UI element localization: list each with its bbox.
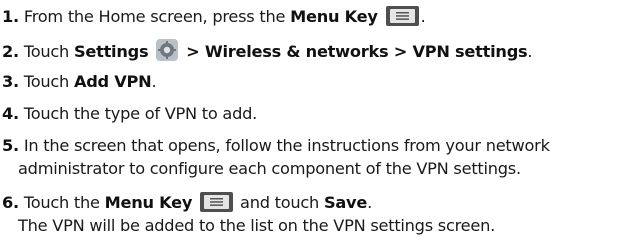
save-label: Save bbox=[323, 193, 368, 212]
step-number: 2. bbox=[2, 42, 19, 61]
settings-gear-icon bbox=[156, 39, 179, 61]
step-2: 2. Touch Settings > Wireless & networks … bbox=[2, 39, 533, 62]
step-text: Touch bbox=[23, 42, 74, 61]
step-number: 1. bbox=[2, 7, 19, 26]
step-1: 1. From the Home screen, press the Menu … bbox=[2, 6, 426, 26]
step-number: 5. bbox=[2, 136, 19, 155]
step-number: 6. bbox=[2, 193, 19, 212]
menu-key-icon bbox=[200, 192, 234, 212]
settings-label: Settings bbox=[73, 42, 149, 61]
menu-key-label: Menu Key bbox=[104, 193, 193, 212]
step-number: 3. bbox=[2, 72, 19, 91]
instructions-list: 1. From the Home screen, press the Menu … bbox=[0, 0, 619, 240]
menu-key-label: Menu Key bbox=[290, 7, 378, 26]
step-text: Touch the type of VPN to add. bbox=[23, 104, 258, 123]
step-4: 4. Touch the type of VPN to add. bbox=[2, 104, 257, 124]
step-number: 4. bbox=[2, 104, 19, 123]
step-text-line1: In the screen that opens, follow the ins… bbox=[23, 136, 550, 155]
navigation-path: > Wireless & networks > VPN settings bbox=[186, 42, 528, 61]
step-text: Touch the bbox=[23, 193, 105, 212]
step-5-continuation: administrator to configure each componen… bbox=[18, 159, 521, 178]
step-text: From the Home screen, press the bbox=[23, 7, 291, 26]
step-6: 6. Touch the Menu Key and touch Save. bbox=[2, 192, 372, 212]
menu-key-icon bbox=[385, 6, 419, 26]
add-vpn-label: Add VPN bbox=[73, 72, 152, 91]
step-5: 5. In the screen that opens, follow the … bbox=[2, 136, 550, 156]
step-6-continuation: The VPN will be added to the list on the… bbox=[18, 216, 495, 235]
step-text: Touch bbox=[23, 72, 74, 91]
step-3: 3. Touch Add VPN. bbox=[2, 72, 157, 91]
